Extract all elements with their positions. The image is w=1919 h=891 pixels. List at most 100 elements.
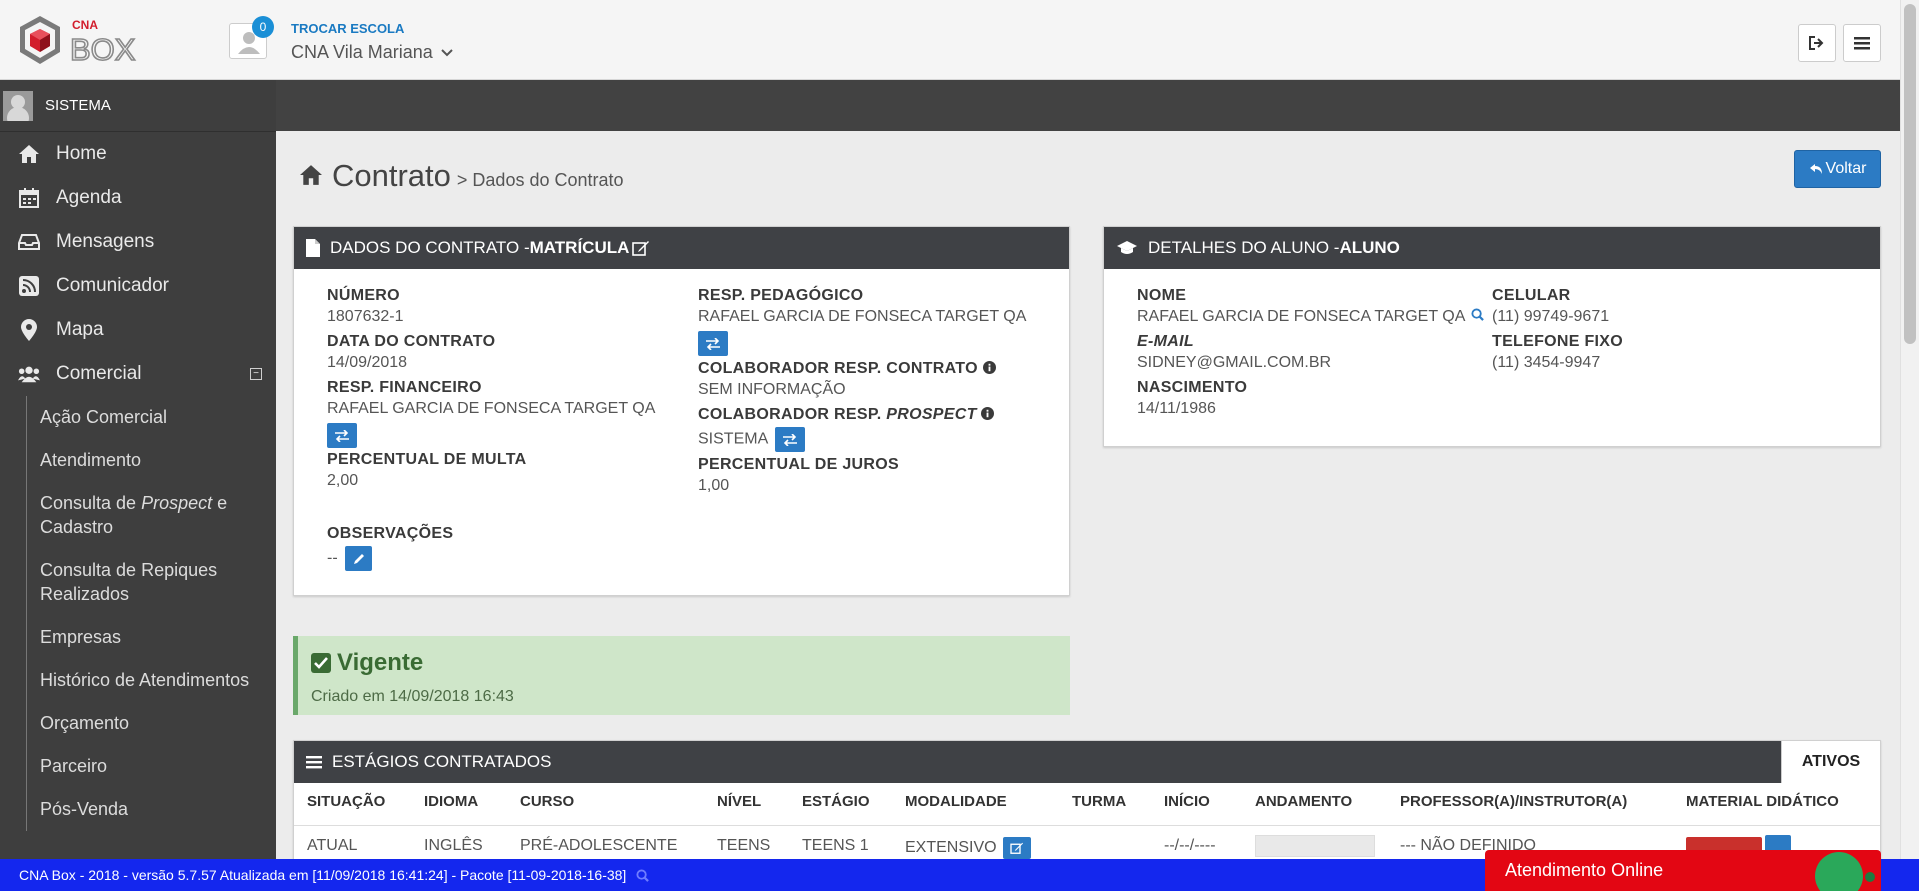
- collapse-icon[interactable]: −: [250, 368, 262, 380]
- menu-button[interactable]: [1843, 24, 1881, 62]
- search-icon[interactable]: [636, 868, 650, 882]
- field-colab-contrato: COLABORADOR RESP. CONTRATO SEM INFORMAÇÃ…: [698, 360, 996, 399]
- exchange-icon: [782, 433, 797, 446]
- edit-modalidade-button[interactable]: [1003, 837, 1032, 859]
- sidebar-item-mapa[interactable]: Mapa: [0, 308, 276, 352]
- sidebar-user: SISTEMA: [0, 80, 276, 132]
- online-status-icon: [1865, 872, 1875, 882]
- cell-situacao: ATUAL: [307, 837, 358, 854]
- multa-label: PERCENTUAL DE MULTA: [327, 451, 527, 468]
- field-nome: NOME RAFAEL GARCIA DE FONSECA TARGET QA: [1137, 287, 1484, 326]
- school-user-icon[interactable]: 0: [229, 16, 274, 59]
- cell-inicio: --/--/----: [1164, 837, 1216, 854]
- column-header[interactable]: ESTÁGIO: [802, 793, 870, 810]
- online-chat-button[interactable]: Atendimento Online: [1485, 850, 1881, 891]
- exchange-icon: [706, 337, 720, 350]
- svg-text:BOX: BOX: [70, 32, 136, 67]
- student-panel: DETALHES DO ALUNO - ALUNO NOME RAFAEL GA…: [1103, 226, 1881, 447]
- submenu-item-parceiro[interactable]: Parceiro: [40, 745, 276, 788]
- nascimento-value: 14/11/1986: [1137, 400, 1216, 417]
- column-header[interactable]: ANDAMENTO: [1255, 793, 1352, 810]
- submenu-item-acao-comercial[interactable]: Ação Comercial: [40, 396, 276, 439]
- edit-icon[interactable]: [632, 240, 650, 256]
- vertical-scrollbar[interactable]: [1900, 0, 1919, 859]
- observacoes-value: --: [327, 549, 338, 567]
- sidebar-user-name: SISTEMA: [45, 97, 111, 114]
- field-data-contrato: DATA DO CONTRATO 14/09/2018: [327, 333, 495, 372]
- status-title: Vigente: [337, 649, 424, 676]
- data-contrato-value: 14/09/2018: [327, 354, 408, 371]
- edit-observacoes-button[interactable]: [345, 546, 373, 571]
- version-text: CNA Box - 2018 - versão 5.7.57 Atualizad…: [19, 867, 627, 883]
- column-header[interactable]: NÍVEL: [717, 793, 761, 810]
- table-divider: [294, 825, 1880, 826]
- column-header[interactable]: PROFESSOR(A)/INSTRUTOR(A): [1400, 793, 1627, 810]
- submenu-item-consulta-repiques[interactable]: Consulta de Repiques Realizados: [40, 549, 276, 616]
- back-button-label: Voltar: [1825, 160, 1867, 177]
- page-title: Contrato > Dados do Contrato: [298, 158, 624, 194]
- cna-box-logo[interactable]: CNA BOX: [14, 12, 154, 70]
- tab-ativos[interactable]: ATIVOS: [1781, 741, 1880, 783]
- sidebar-item-comunicador[interactable]: Comunicador: [0, 264, 276, 308]
- school-selector[interactable]: CNA Vila Mariana: [291, 42, 453, 63]
- info-icon[interactable]: [982, 361, 996, 374]
- back-button[interactable]: Voltar: [1794, 150, 1881, 188]
- top-header: CNA BOX 0 TROCAR ESCOLA CNA Vila Mariana: [0, 0, 1900, 80]
- search-icon[interactable]: [1471, 308, 1484, 321]
- contract-panel: DADOS DO CONTRATO - MATRÍCULA NÚMERO 180…: [293, 226, 1070, 596]
- field-colab-prospect: COLABORADOR RESP. PROSPECT SISTEMA: [698, 406, 995, 452]
- nome-row: RAFAEL GARCIA DE FONSECA TARGET QA: [1137, 308, 1484, 326]
- sidebar-item-agenda[interactable]: Agenda: [0, 176, 276, 220]
- list-icon: [306, 755, 322, 769]
- pencil-icon: [353, 553, 364, 564]
- column-header[interactable]: TURMA: [1072, 793, 1126, 810]
- column-header[interactable]: MODALIDADE: [905, 793, 1007, 810]
- modalidade-value: EXTENSIVO: [905, 839, 997, 857]
- edit-icon: [1010, 842, 1024, 854]
- submenu-item-consulta-prospect[interactable]: Consulta de Prospect e Cadastro: [40, 482, 276, 549]
- field-resp-pedagogico: RESP. PEDAGÓGICO RAFAEL GARCIA DE FONSEC…: [698, 287, 1026, 356]
- column-header[interactable]: INÍCIO: [1164, 793, 1210, 810]
- telefone-fixo-value: (11) 3454-9947: [1492, 354, 1601, 371]
- field-observacoes: OBSERVAÇÕES --: [327, 525, 453, 571]
- nome-label: NOME: [1137, 287, 1187, 304]
- sidebar-item-mensagens[interactable]: Mensagens: [0, 220, 276, 264]
- swap-colab-prospect-button[interactable]: [774, 427, 805, 452]
- swap-resp-financeiro-button[interactable]: [327, 423, 357, 448]
- swap-resp-pedagogico-button[interactable]: [698, 331, 728, 356]
- submenu-item-orcamento[interactable]: Orçamento: [40, 702, 276, 745]
- column-header[interactable]: IDIOMA: [424, 793, 478, 810]
- column-header[interactable]: MATERIAL DIDÁTICO: [1686, 793, 1839, 810]
- sidebar: SISTEMA Home Agenda Mensagens Comunicado…: [0, 80, 276, 859]
- nascimento-label: NASCIMENTO: [1137, 379, 1248, 396]
- sidebar-item-label: Mapa: [56, 319, 104, 340]
- submenu-item-pos-venda[interactable]: Pós-Venda: [40, 788, 276, 831]
- cell-curso: PRÉ-ADOLESCENTE: [520, 837, 678, 854]
- inbox-icon: [18, 231, 40, 253]
- sidebar-item-label: Mensagens: [56, 231, 155, 252]
- resp-pedagogico-value: RAFAEL GARCIA DE FONSECA TARGET QA: [698, 308, 1027, 325]
- cell-idioma: INGLÊS: [424, 837, 483, 854]
- calendar-icon: [18, 187, 40, 209]
- numero-value: 1807632-1: [327, 308, 404, 325]
- switch-school-link[interactable]: TROCAR ESCOLA: [291, 21, 404, 36]
- submenu-item-historico[interactable]: Histórico de Atendimentos: [40, 659, 276, 702]
- home-icon: [18, 143, 40, 165]
- sidebar-item-home[interactable]: Home: [0, 132, 276, 176]
- field-percentual-multa: PERCENTUAL DE MULTA 2,00: [327, 451, 526, 490]
- info-icon[interactable]: [981, 407, 995, 420]
- sidebar-item-comercial[interactable]: Comercial −: [0, 352, 276, 396]
- column-header[interactable]: CURSO: [520, 793, 574, 810]
- stages-panel-header: ESTÁGIOS CONTRATADOS: [294, 741, 1880, 783]
- submenu-item-empresas[interactable]: Empresas: [40, 616, 276, 659]
- chevron-down-icon: [441, 49, 453, 57]
- student-heading: DETALHES DO ALUNO -: [1148, 238, 1340, 257]
- telefone-fixo-label: TELEFONE FIXO: [1492, 333, 1624, 350]
- contract-type: MATRÍCULA: [529, 238, 630, 257]
- column-header[interactable]: SITUAÇÃO: [307, 793, 385, 810]
- cell-estagio: TEENS 1: [802, 837, 869, 854]
- submenu-item-atendimento[interactable]: Atendimento: [40, 439, 276, 482]
- logout-button[interactable]: [1798, 24, 1836, 62]
- chat-avatar-icon: [1815, 852, 1863, 891]
- scrollbar-thumb[interactable]: [1904, 4, 1916, 344]
